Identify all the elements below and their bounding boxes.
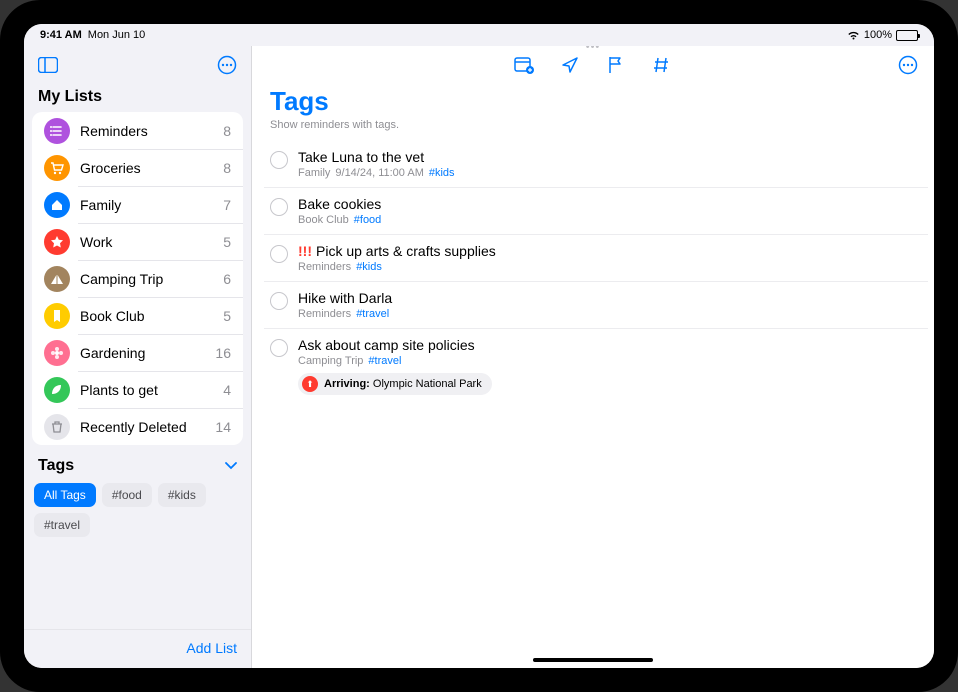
leaf-icon [44, 377, 70, 403]
location-icon[interactable] [556, 51, 584, 79]
wifi-icon [847, 30, 860, 40]
location-name: Olympic National Park [373, 378, 482, 390]
house-icon [44, 192, 70, 218]
reminder-list: Family [298, 167, 330, 179]
more-menu-icon[interactable] [894, 51, 922, 79]
sidebar-list-item[interactable]: Family 7 [32, 186, 243, 223]
reminder-list: Reminders [298, 261, 351, 273]
complete-checkbox[interactable] [270, 245, 288, 263]
hashtag-icon[interactable] [648, 51, 676, 79]
tag-chip[interactable]: #kids [158, 483, 206, 507]
reminder-tag: #travel [356, 308, 389, 320]
page-title: Tags [252, 84, 934, 117]
lists-container: Reminders 8 Groceries 8 Family 7 Work 5 … [32, 112, 243, 445]
list-name: Work [80, 234, 112, 250]
list-name: Reminders [80, 123, 148, 139]
complete-checkbox[interactable] [270, 292, 288, 310]
status-bar: 9:41 AM Mon Jun 10 100% [24, 24, 934, 46]
tag-chip[interactable]: All Tags [34, 483, 96, 507]
list-count: 8 [223, 160, 231, 176]
tags-header: Tags [38, 457, 74, 475]
sidebar-list-item[interactable]: Camping Trip 6 [32, 260, 243, 297]
reminder-title: Take Luna to the vet [298, 149, 424, 165]
location-label: Arriving: [324, 378, 370, 390]
list-name: Family [80, 197, 121, 213]
sidebar-list-item[interactable]: Groceries 8 [32, 149, 243, 186]
list-name: Gardening [80, 345, 145, 361]
reminder-title: Ask about camp site policies [298, 337, 475, 353]
tent-icon [44, 266, 70, 292]
status-time: 9:41 AM [40, 29, 82, 41]
reminder-item[interactable]: Bake cookies Book Club #food [264, 188, 928, 235]
complete-checkbox[interactable] [270, 151, 288, 169]
tag-chip[interactable]: #travel [34, 513, 90, 537]
list-count: 4 [223, 382, 231, 398]
priority-indicator: !!! [298, 243, 312, 259]
status-date: Mon Jun 10 [88, 29, 145, 41]
reminder-list: Reminders [298, 308, 351, 320]
reminder-title: Hike with Darla [298, 290, 392, 306]
list-name: Camping Trip [80, 271, 163, 287]
flag-icon[interactable] [602, 51, 630, 79]
complete-checkbox[interactable] [270, 198, 288, 216]
sidebar-list-item[interactable]: Plants to get 4 [32, 371, 243, 408]
list-count: 14 [215, 419, 231, 435]
sidebar: My Lists Reminders 8 Groceries 8 Family … [24, 46, 252, 668]
sidebar-list-item[interactable]: Book Club 5 [32, 297, 243, 334]
sidebar-list-item[interactable]: Work 5 [32, 223, 243, 260]
tags-cloud: All Tags#food#kids #travel [24, 479, 251, 541]
battery-icon [896, 30, 918, 41]
reminder-item[interactable]: Take Luna to the vet Family 9/14/24, 11:… [264, 141, 928, 188]
reminder-item[interactable]: Ask about camp site policies Camping Tri… [264, 329, 928, 403]
my-lists-header: My Lists [24, 84, 251, 112]
sidebar-toggle-icon[interactable] [34, 51, 62, 79]
reminder-title: Pick up arts & crafts supplies [316, 243, 496, 259]
trash-icon [44, 414, 70, 440]
add-list-button[interactable]: Add List [186, 640, 237, 656]
list-count: 6 [223, 271, 231, 287]
list-name: Plants to get [80, 382, 158, 398]
list-name: Recently Deleted [80, 419, 187, 435]
list-count: 5 [223, 308, 231, 324]
list-name: Book Club [80, 308, 145, 324]
main-panel: ••• Tags Show reminders with tags. Take … [252, 46, 934, 668]
tag-chip[interactable]: #food [102, 483, 152, 507]
list-count: 5 [223, 234, 231, 250]
reminder-item[interactable]: Hike with Darla Reminders #travel [264, 282, 928, 329]
reminder-item[interactable]: !!! Pick up arts & crafts supplies Remin… [264, 235, 928, 282]
chevron-down-icon[interactable] [225, 462, 237, 470]
reminders-list: Take Luna to the vet Family 9/14/24, 11:… [252, 141, 934, 403]
list-icon [44, 118, 70, 144]
more-options-icon[interactable] [213, 51, 241, 79]
flower-icon [44, 340, 70, 366]
reminder-list: Book Club [298, 214, 349, 226]
reminder-title: Bake cookies [298, 196, 381, 212]
sidebar-list-item[interactable]: Reminders 8 [32, 112, 243, 149]
list-name: Groceries [80, 160, 141, 176]
sidebar-list-item[interactable]: Recently Deleted 14 [32, 408, 243, 445]
page-subtitle: Show reminders with tags. [252, 117, 934, 141]
bookmark-icon [44, 303, 70, 329]
calendar-add-icon[interactable] [510, 51, 538, 79]
list-count: 16 [215, 345, 231, 361]
reminder-tag: #food [354, 214, 382, 226]
star-icon [44, 229, 70, 255]
reminder-tag: #kids [429, 167, 455, 179]
list-count: 7 [223, 197, 231, 213]
reminder-list: Camping Trip [298, 355, 363, 367]
cart-icon [44, 155, 70, 181]
reminder-tag: #travel [368, 355, 401, 367]
battery-percent: 100% [864, 29, 892, 41]
sidebar-list-item[interactable]: Gardening 16 [32, 334, 243, 371]
pin-icon: ⬆ [302, 376, 318, 392]
reminder-datetime: 9/14/24, 11:00 AM [335, 167, 423, 179]
home-indicator[interactable] [533, 658, 653, 662]
complete-checkbox[interactable] [270, 339, 288, 357]
list-count: 8 [223, 123, 231, 139]
location-badge: ⬆ Arriving: Olympic National Park [298, 373, 492, 395]
reminder-tag: #kids [356, 261, 382, 273]
